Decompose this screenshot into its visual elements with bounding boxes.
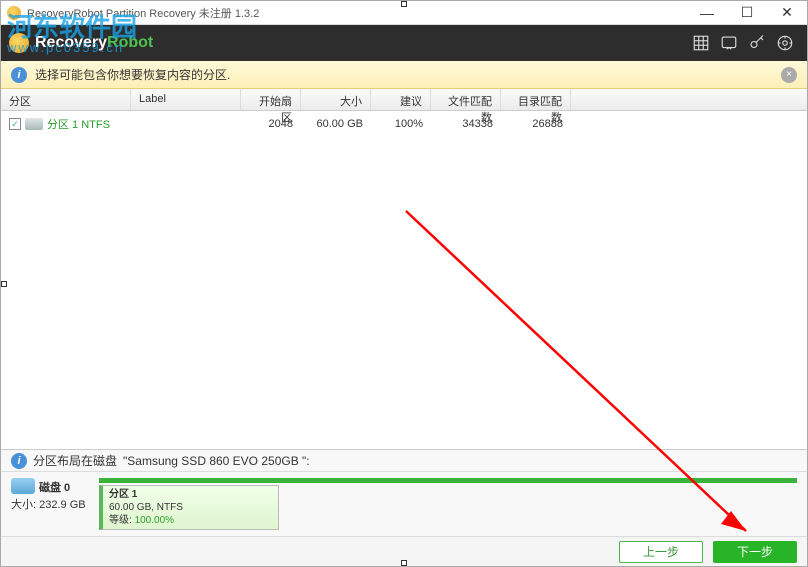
logo: RecoveryRobot xyxy=(9,33,687,53)
cell-start: 2048 xyxy=(241,118,301,130)
col-files[interactable]: 文件匹配数 xyxy=(431,89,501,110)
disk-big-icon xyxy=(11,478,35,494)
prev-button[interactable]: 上一步 xyxy=(619,541,703,563)
close-button[interactable]: ✕ xyxy=(767,1,807,25)
disk-size: 232.9 GB xyxy=(39,499,85,511)
info-close-icon[interactable]: × xyxy=(781,67,797,83)
minimize-button[interactable]: — xyxy=(687,1,727,25)
cell-files: 34338 xyxy=(431,118,501,130)
layout-prefix: 分区布局在磁盘 xyxy=(33,452,117,469)
cell-suggest: 100% xyxy=(371,118,431,130)
part-rate-label: 等级: xyxy=(109,515,132,526)
disk-layout-panel: i 分区布局在磁盘 "Samsung SSD 860 EVO 250GB ": … xyxy=(1,449,807,536)
grid-body: ✓ 分区 1 NTFS 2048 60.00 GB 100% 34338 268… xyxy=(1,111,807,437)
logo-text-robot: Robot xyxy=(107,34,153,51)
resize-handle-bottom[interactable] xyxy=(401,560,407,566)
resize-handle-top[interactable] xyxy=(401,1,407,7)
disk-model: "Samsung SSD 860 EVO 250GB ": xyxy=(123,454,310,468)
grid-icon[interactable] xyxy=(687,29,715,57)
col-start[interactable]: 开始扇区 xyxy=(241,89,301,110)
app-icon xyxy=(7,6,21,20)
window-title: RecoveryRobot Partition Recovery 未注册 1.3… xyxy=(27,5,687,21)
cell-size: 60.00 GB xyxy=(301,118,371,130)
disk-bar[interactable] xyxy=(99,478,797,483)
col-size[interactable]: 大小 xyxy=(301,89,371,110)
partition-link[interactable]: 分区 1 NTFS xyxy=(47,116,110,132)
col-dirs[interactable]: 目录匹配数 xyxy=(501,89,571,110)
key-icon[interactable] xyxy=(743,29,771,57)
partition-box[interactable]: 分区 1 60.00 GB, NTFS 等级: 100.00% xyxy=(99,485,279,530)
toolbar: RecoveryRobot xyxy=(1,25,807,61)
col-suggest[interactable]: 建议 xyxy=(371,89,431,110)
maximize-button[interactable]: ☐ xyxy=(727,1,767,25)
info-icon: i xyxy=(11,67,27,83)
next-button[interactable]: 下一步 xyxy=(713,541,797,563)
info-text: 选择可能包含你想要恢复内容的分区. xyxy=(35,66,773,83)
logo-icon xyxy=(9,33,29,53)
logo-text-recovery: Recovery xyxy=(35,34,107,51)
col-partition[interactable]: 分区 xyxy=(1,89,131,110)
row-checkbox[interactable]: ✓ xyxy=(9,118,21,130)
settings-icon[interactable] xyxy=(771,29,799,57)
disk-icon xyxy=(25,118,43,130)
part-info: 60.00 GB, NTFS xyxy=(109,501,272,514)
table-row[interactable]: ✓ 分区 1 NTFS 2048 60.00 GB 100% 34338 268… xyxy=(1,111,807,137)
size-label: 大小: xyxy=(11,499,36,511)
disk-map: 分区 1 60.00 GB, NTFS 等级: 100.00% xyxy=(99,478,797,530)
info-icon: i xyxy=(11,453,27,469)
part-title: 分区 1 xyxy=(109,488,272,501)
col-label[interactable]: Label xyxy=(131,89,241,110)
cell-dirs: 26888 xyxy=(501,118,571,130)
disk-summary: 磁盘 0 大小: 232.9 GB xyxy=(11,478,89,530)
disk-label: 磁盘 0 xyxy=(39,479,70,495)
grid-header: 分区 Label 开始扇区 大小 建议 文件匹配数 目录匹配数 xyxy=(1,89,807,111)
info-bar: i 选择可能包含你想要恢复内容的分区. × xyxy=(1,61,807,89)
feedback-icon[interactable] xyxy=(715,29,743,57)
part-rate-val: 100.00% xyxy=(135,515,174,526)
resize-handle-left[interactable] xyxy=(1,281,7,287)
